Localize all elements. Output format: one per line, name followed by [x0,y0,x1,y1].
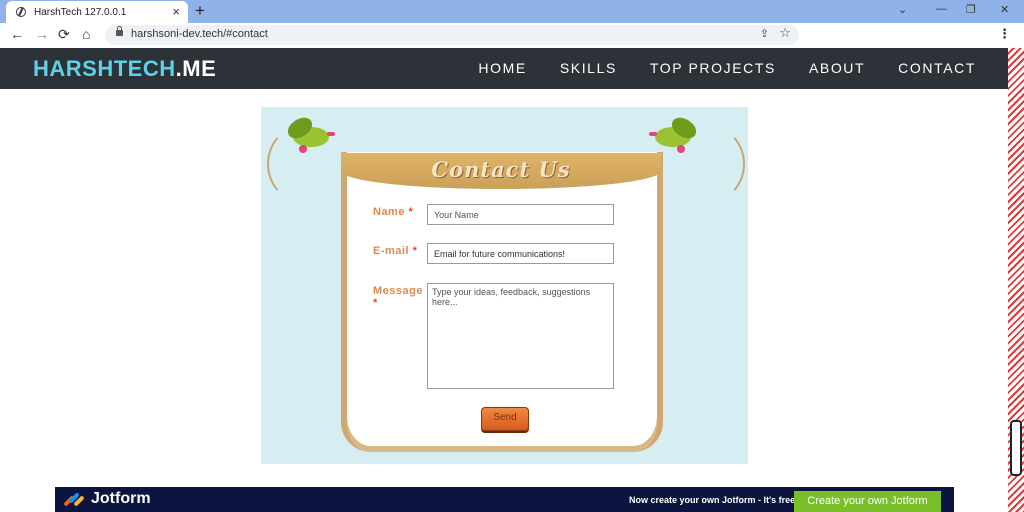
nav-about[interactable]: ABOUT [809,60,865,76]
name-input[interactable]: Your Name [427,204,614,225]
email-input[interactable]: Email for future communications! [427,243,614,264]
bookmark-star-icon[interactable]: ☆ [779,25,791,41]
share-icon[interactable]: ⇪ [760,27,769,40]
nav-skills[interactable]: SKILLS [560,60,617,76]
site-nav: HOME SKILLS TOP PROJECTS ABOUT CONTACT [478,60,976,76]
new-tab-button[interactable]: + [195,1,205,21]
send-button[interactable]: Send [481,407,529,431]
nav-home[interactable]: HOME [478,60,526,76]
reload-button[interactable]: ⟳ [58,26,70,43]
email-label-text: E-mail [373,245,410,257]
logo-part-harsh: HARSH [33,56,114,81]
address-bar-row: ← → ⟳ ⌂ harshsoni-dev.tech/#contact ⇪ ☆ … [0,23,1024,49]
home-button[interactable]: ⌂ [82,26,90,42]
message-label-text: Message [373,285,423,297]
email-label: E-mail * [373,245,417,257]
name-label: Name * [373,206,413,218]
jotform-bar: Jotform Now create your own Jotform - It… [55,487,954,512]
browser-menu-icon[interactable]: ⋮ [998,26,1011,42]
nav-contact[interactable]: CONTACT [898,60,976,76]
tab-title: HarshTech 127.0.0.1 [34,6,127,18]
left-bird-icon [284,115,335,153]
site-logo[interactable]: HARSHTECH.ME [33,56,216,82]
restore-button[interactable]: ❐ [966,3,976,16]
minimize-button[interactable]: — [936,3,947,15]
jotform-message: Now create your own Jotform - It's free! [629,495,799,505]
browser-tab-bar: HarshTech 127.0.0.1 × + ⌄ — ❐ ✕ [0,0,1024,23]
contact-form-widget: Contact Us Name * Your Name E-mail * Ema… [261,107,748,464]
tab-search-chevron-icon[interactable]: ⌄ [898,3,907,16]
close-window-button[interactable]: ✕ [1000,3,1009,16]
right-bird-icon [649,115,700,153]
create-jotform-button[interactable]: Create your own Jotform [794,491,941,512]
site-header: HARSHTECH.ME HOME SKILLS TOP PROJECTS AB… [0,48,1008,89]
message-required-mark: * [373,297,378,309]
jotform-logo-icon [63,491,85,507]
contact-banner-title: Contact Us [431,157,571,182]
name-required-mark: * [408,206,414,218]
url-text: harshsoni-dev.tech/#contact [131,28,268,40]
globe-icon [16,7,26,17]
jotform-brand[interactable]: Jotform [91,490,151,508]
message-textarea[interactable]: Type your ideas, feedback, suggestions h… [427,283,614,389]
back-button[interactable]: ← [10,26,24,42]
logo-part-me: .ME [175,56,217,81]
email-required-mark: * [412,245,418,257]
contact-banner: Contact Us [341,153,661,189]
name-label-text: Name [373,206,405,218]
forward-button[interactable]: → [35,26,49,42]
logo-part-tech: TECH [113,56,176,81]
url-field[interactable]: harshsoni-dev.tech/#contact ⇪ ☆ [105,25,799,45]
browser-tab[interactable]: HarshTech 127.0.0.1 × [6,1,188,23]
tab-close-icon[interactable]: × [172,4,180,19]
message-label: Message * [373,285,423,309]
page-scrollbar-thumb[interactable] [1010,420,1022,476]
lock-icon [116,26,123,36]
nav-top-projects[interactable]: TOP PROJECTS [650,60,776,76]
